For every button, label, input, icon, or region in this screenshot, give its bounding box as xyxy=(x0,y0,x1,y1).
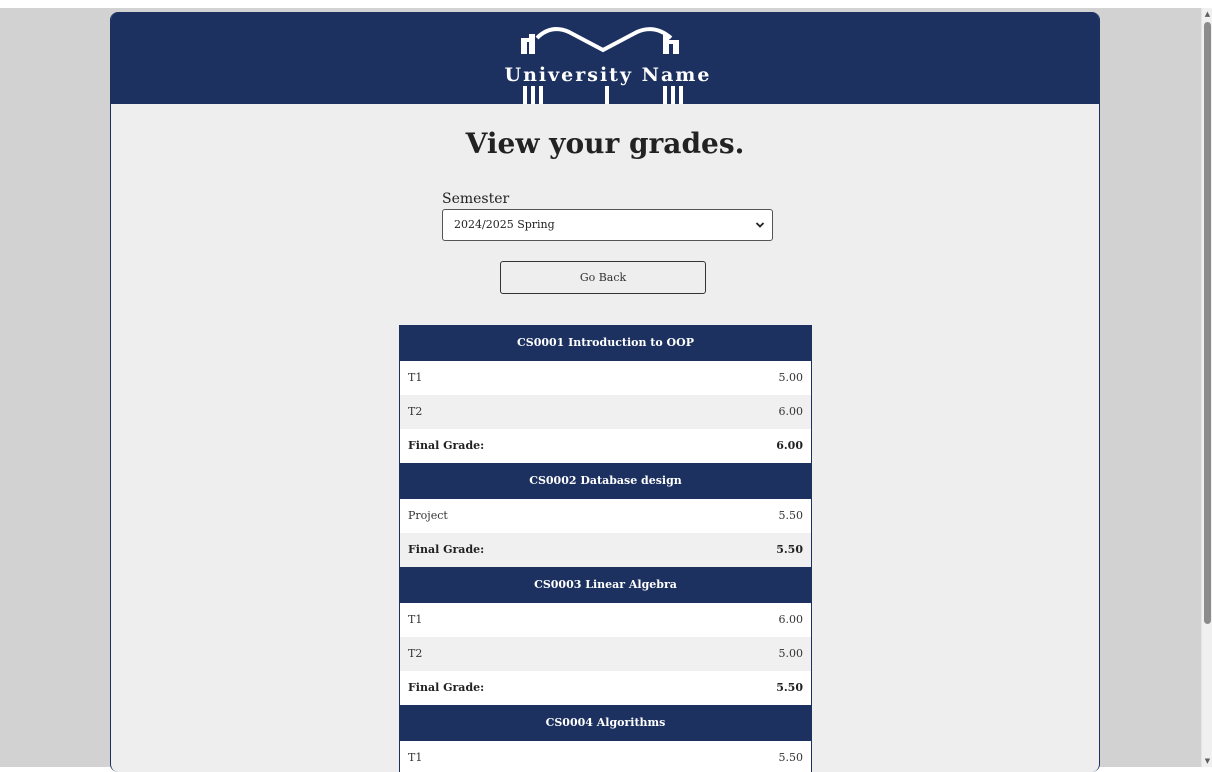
final-grade-label: Final Grade: xyxy=(408,543,485,556)
grade-row: T1 6.00 xyxy=(399,603,812,637)
grade-value: 5.00 xyxy=(778,371,804,384)
chevron-down-icon xyxy=(755,222,765,228)
grade-label: Project xyxy=(408,509,448,522)
final-grade-label: Final Grade: xyxy=(408,681,485,694)
grade-row: T1 5.50 xyxy=(399,741,812,772)
grade-label: T1 xyxy=(408,751,423,764)
grade-value: 6.00 xyxy=(778,405,804,418)
grade-row: Project 5.50 xyxy=(399,499,812,533)
final-grade-value: 5.50 xyxy=(776,681,803,694)
grade-label: T1 xyxy=(408,613,423,626)
university-name: University Name xyxy=(504,64,712,86)
grade-value: 5.50 xyxy=(778,509,804,522)
semester-label: Semester xyxy=(442,191,510,207)
grade-row: T2 6.00 xyxy=(399,395,812,429)
grades-card: University Name View your grades. Semest… xyxy=(110,12,1100,772)
scrollbar-thumb[interactable] xyxy=(1204,22,1211,624)
course-header: CS0002 Database design xyxy=(399,463,812,499)
scroll-up-arrow-icon[interactable]: ▲ xyxy=(1202,8,1212,20)
final-grade-value: 5.50 xyxy=(776,543,803,556)
page-title: View your grades. xyxy=(465,127,745,160)
semester-selected-value: 2024/2025 Spring xyxy=(454,218,555,231)
course-header: CS0001 Introduction to OOP xyxy=(399,325,812,361)
final-grade-row: Final Grade: 5.50 xyxy=(399,671,812,705)
course-header: CS0004 Algorithms xyxy=(399,705,812,741)
grade-value: 5.50 xyxy=(778,751,804,764)
grade-row: T2 5.00 xyxy=(399,637,812,671)
university-logo-icon xyxy=(521,27,683,104)
final-grade-label: Final Grade: xyxy=(408,439,485,452)
grades-table: CS0001 Introduction to OOP T1 5.00 T2 6.… xyxy=(399,325,812,772)
course-header: CS0003 Linear Algebra xyxy=(399,567,812,603)
grade-value: 5.00 xyxy=(778,647,804,660)
grade-value: 6.00 xyxy=(778,613,804,626)
scroll-down-arrow-icon[interactable]: ▼ xyxy=(1202,755,1212,767)
semester-select[interactable]: 2024/2025 Spring xyxy=(442,209,773,241)
final-grade-row: Final Grade: 5.50 xyxy=(399,533,812,567)
university-logo: University Name xyxy=(503,20,713,104)
final-grade-value: 6.00 xyxy=(776,439,803,452)
final-grade-row: Final Grade: 6.00 xyxy=(399,429,812,463)
header-banner: University Name xyxy=(111,12,1099,104)
go-back-button[interactable]: Go Back xyxy=(500,261,706,294)
grade-label: T2 xyxy=(408,405,423,418)
grade-label: T1 xyxy=(408,371,423,384)
grade-label: T2 xyxy=(408,647,423,660)
grade-row: T1 5.00 xyxy=(399,361,812,395)
vertical-scrollbar[interactable]: ▲ ▼ xyxy=(1201,8,1212,767)
